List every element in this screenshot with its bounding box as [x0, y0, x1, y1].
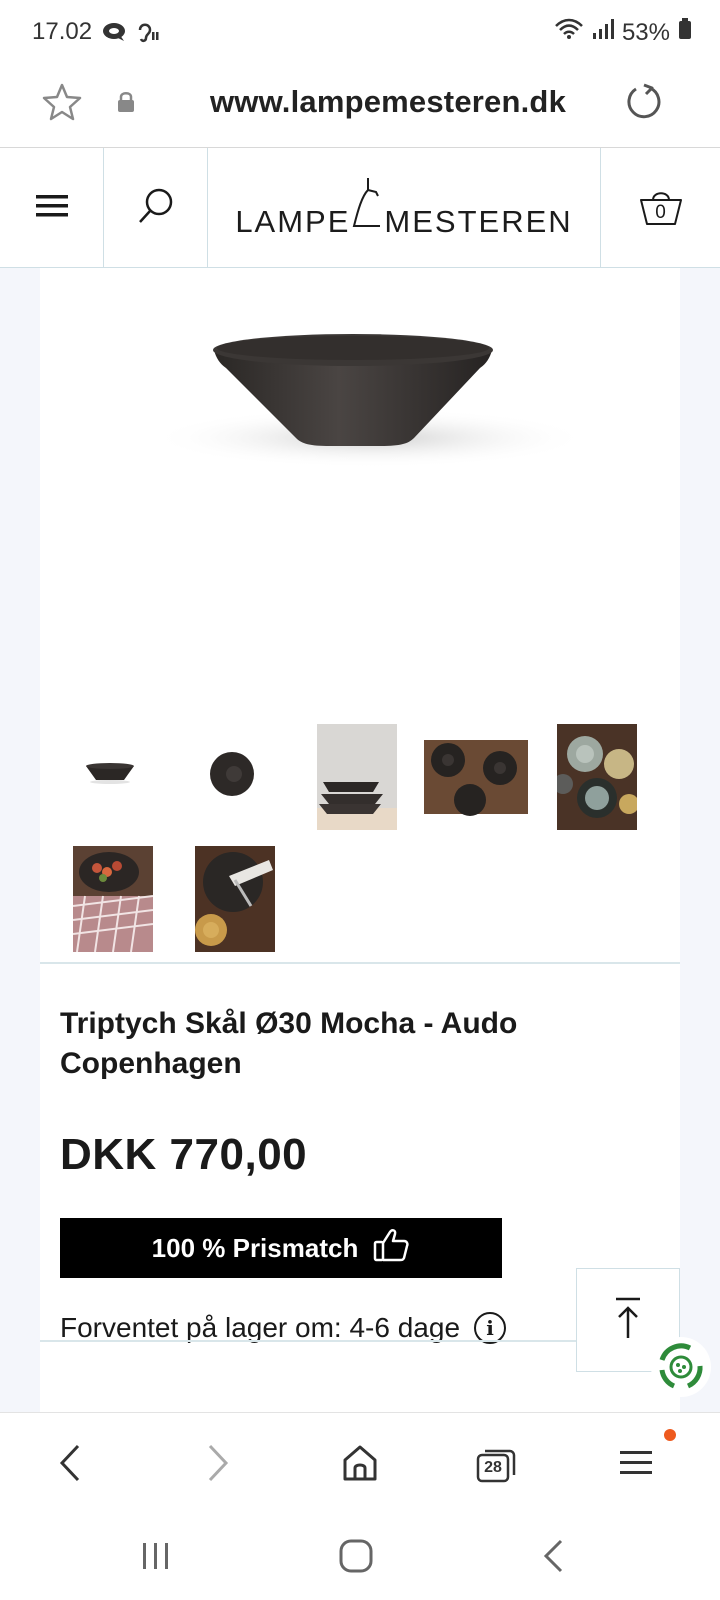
status-left-icons [102, 20, 160, 49]
prismatch-banner[interactable]: 100 % Prismatch [60, 1218, 502, 1278]
url-text[interactable]: www.lampemesteren.dk [150, 84, 626, 120]
thumbnail-3[interactable] [317, 724, 397, 830]
recycle-widget-icon[interactable] [650, 1336, 712, 1398]
battery-percent: 53% [621, 18, 670, 46]
recents-icon [139, 1539, 173, 1578]
menu-button[interactable] [0, 148, 104, 268]
signal-icon [592, 18, 614, 47]
thumbnail-7[interactable] [195, 846, 275, 952]
lock-icon[interactable] [116, 90, 136, 119]
home-icon [341, 1444, 379, 1487]
home-button[interactable] [332, 1437, 388, 1493]
system-back-icon [541, 1538, 567, 1579]
site-header: LAMPE MESTEREN 0 [0, 148, 720, 268]
menu-icon [618, 1448, 654, 1483]
lamp-logo-icon [352, 176, 382, 240]
reload-icon[interactable] [624, 82, 664, 127]
logo-text-right: MESTEREN [384, 204, 573, 239]
thumbs-up-icon [372, 1226, 410, 1271]
back-icon [56, 1443, 84, 1488]
battery-icon [678, 18, 692, 47]
logo-text-left: LAMPE [235, 204, 351, 239]
chat-icon [102, 21, 128, 48]
home-circle-icon [338, 1538, 374, 1579]
tabs-icon: 28 [476, 1447, 516, 1483]
thumbnail-4[interactable] [424, 724, 528, 830]
browser-bottom-nav: 28 [0, 1412, 720, 1516]
system-home-button[interactable] [328, 1530, 384, 1586]
status-bar: 17.02 53% [0, 0, 720, 64]
product-card: Triptych Skål Ø30 Mocha - Audo Copenhage… [40, 268, 680, 1412]
recents-button[interactable] [128, 1530, 184, 1586]
search-icon [136, 186, 176, 231]
prismatch-label: 100 % Prismatch [151, 1232, 359, 1263]
hearing-icon [134, 20, 160, 49]
wifi-icon [554, 18, 584, 47]
product-price: DKK 770,00 [60, 1130, 308, 1179]
system-nav [0, 1516, 720, 1600]
back-button[interactable] [42, 1437, 98, 1493]
product-title: Triptych Skål Ø30 Mocha - Audo Copenhage… [60, 1007, 518, 1080]
site-logo[interactable]: LAMPE MESTEREN [208, 148, 600, 268]
product-main-image[interactable] [40, 298, 680, 718]
browser-url-bar: www.lampemesteren.dk [0, 64, 720, 148]
search-button[interactable] [104, 148, 208, 268]
arrow-up-icon [613, 1296, 643, 1345]
star-icon[interactable] [42, 82, 82, 127]
notification-dot [664, 1429, 676, 1441]
thumbnail-1[interactable] [72, 724, 152, 830]
status-time: 17.02 [32, 18, 93, 45]
browser-menu-button[interactable] [608, 1437, 664, 1493]
system-back-button[interactable] [526, 1530, 582, 1586]
thumbnail-6[interactable] [73, 846, 153, 952]
cart-icon: 0 [638, 188, 684, 228]
section-divider [40, 962, 680, 964]
menu-icon [34, 192, 70, 225]
cart-count: 0 [655, 202, 666, 223]
thumbnail-2[interactable] [200, 724, 280, 830]
cart-button[interactable]: 0 [600, 148, 720, 268]
forward-icon [204, 1443, 232, 1488]
forward-button[interactable] [190, 1437, 246, 1493]
status-right: 53% [554, 18, 692, 47]
tab-count: 28 [484, 1459, 502, 1476]
tabs-button[interactable]: 28 [468, 1437, 524, 1493]
thumbnail-5[interactable] [557, 724, 637, 830]
